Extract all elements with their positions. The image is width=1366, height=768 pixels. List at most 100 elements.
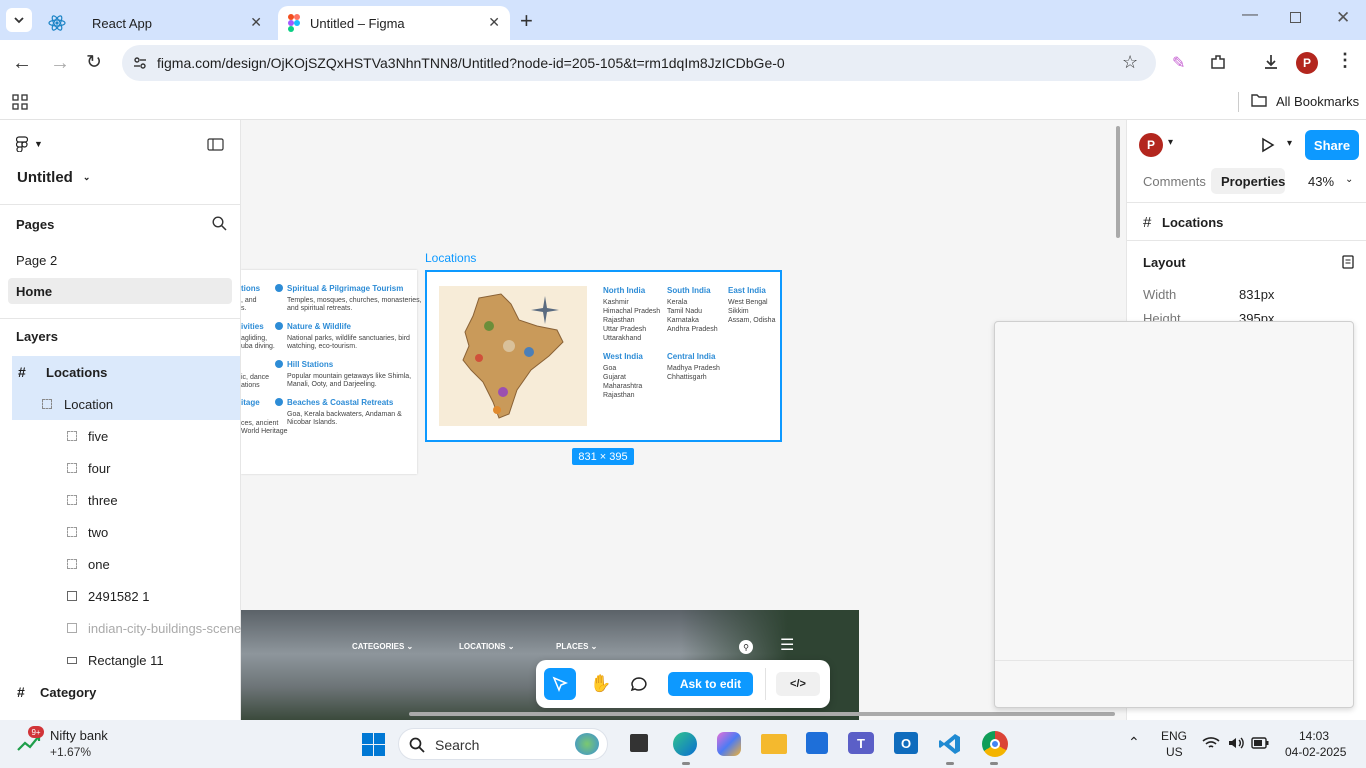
teams-icon[interactable]: T — [848, 732, 874, 754]
volume-icon[interactable] — [1227, 736, 1245, 750]
copilot-icon[interactable] — [717, 732, 741, 756]
extensions-icon[interactable] — [1209, 53, 1227, 71]
ask-to-edit-button[interactable]: Ask to edit — [668, 672, 753, 696]
maximize-icon[interactable] — [1290, 12, 1301, 23]
windows-start-icon[interactable] — [362, 733, 385, 756]
taskbar-search-box[interactable]: Search — [398, 728, 608, 760]
chevron-down-icon[interactable]: ▾ — [1287, 138, 1292, 149]
floating-popup-panel[interactable] — [994, 321, 1354, 708]
locations-frame[interactable]: North India Kashmir Himachal Pradesh Raj… — [425, 270, 782, 442]
clock-date[interactable]: 04-02-2025 — [1285, 745, 1346, 759]
move-tool-button[interactable] — [544, 668, 576, 700]
download-icon[interactable] — [1262, 53, 1280, 71]
url-text[interactable]: figma.com/design/OjKOjSZQxHSTVa3NhnTNN8/… — [157, 55, 785, 71]
reload-icon[interactable]: ↻ — [86, 51, 102, 74]
back-icon[interactable]: ← — [12, 52, 32, 75]
nav-places[interactable]: PLACES ⌄ — [556, 642, 597, 651]
forward-icon[interactable]: → — [50, 52, 70, 75]
layer-item[interactable]: three — [0, 484, 241, 516]
close-icon[interactable]: ✕ — [488, 14, 500, 31]
file-explorer-icon[interactable] — [761, 734, 787, 754]
stock-widget[interactable]: 9+ — [16, 726, 44, 754]
task-view-icon[interactable] — [630, 734, 648, 752]
store-icon[interactable] — [806, 732, 828, 754]
outlook-icon[interactable]: O — [894, 732, 918, 754]
stock-name[interactable]: Nifty bank — [50, 728, 108, 743]
apps-grid-icon[interactable] — [12, 94, 28, 110]
vscode-icon[interactable] — [938, 732, 962, 756]
hamburger-menu-icon[interactable]: ☰ — [780, 638, 794, 654]
battery-icon[interactable] — [1251, 737, 1269, 749]
comment-icon[interactable] — [630, 676, 648, 692]
zoom-level[interactable]: 43% — [1308, 174, 1334, 189]
chevron-down-icon[interactable]: ⌄ — [1345, 174, 1353, 185]
layer-item[interactable]: # Category — [0, 676, 241, 708]
new-tab-icon[interactable]: + — [520, 8, 533, 34]
selection-name[interactable]: Locations — [1162, 215, 1223, 230]
left-card[interactable]: tions , and s. ivities agliding, uba div… — [241, 270, 422, 474]
clock-time[interactable]: 14:03 — [1299, 729, 1329, 743]
horizontal-scrollbar[interactable] — [409, 712, 1115, 716]
chevron-down-icon: ▼ — [34, 139, 43, 149]
layer-item[interactable]: Rectangle 11 — [0, 644, 241, 676]
layout-heading: Layout — [1143, 255, 1186, 270]
layer-item[interactable]: # Locations — [12, 356, 240, 388]
minimize-icon[interactable]: — — [1242, 6, 1258, 24]
layer-item[interactable]: indian-city-buildings-scene 1 — [0, 612, 241, 644]
nav-locations[interactable]: LOCATIONS ⌄ — [459, 642, 514, 651]
card-text: uba diving. — [241, 343, 275, 350]
region-state: Kerala — [667, 299, 688, 306]
layer-item[interactable]: four — [0, 452, 241, 484]
bookmark-star-icon[interactable]: ☆ — [1122, 52, 1138, 73]
region-south: South India Kerala Tamil Nadu Karnataka … — [667, 286, 718, 334]
hand-tool-icon[interactable]: ✋ — [586, 668, 616, 700]
dev-mode-toggle[interactable]: </> — [776, 672, 820, 696]
wifi-icon[interactable] — [1202, 736, 1220, 750]
search-icon[interactable] — [212, 216, 227, 231]
tab-properties[interactable]: Properties — [1221, 174, 1285, 189]
layer-item[interactable]: five — [0, 420, 241, 452]
clipboard-icon[interactable] — [1342, 254, 1354, 269]
chevron-up-icon[interactable]: ⌃ — [1128, 734, 1140, 751]
layer-item[interactable]: two — [0, 516, 241, 548]
menu-kebab-icon[interactable]: ⋮ — [1336, 50, 1354, 71]
search-icon[interactable]: ⚲ — [739, 640, 753, 654]
cursor-icon — [552, 676, 568, 692]
folder-icon[interactable] — [1251, 93, 1267, 107]
site-info-icon[interactable] — [132, 55, 148, 71]
card-item-text: watching, eco-tourism. — [287, 343, 358, 350]
all-bookmarks-link[interactable]: All Bookmarks — [1276, 94, 1359, 109]
chevron-down-icon[interactable]: ▾ — [1168, 137, 1173, 148]
tab-figma[interactable]: Untitled – Figma ✕ — [278, 6, 510, 40]
layer-item[interactable]: 2491582 1 — [0, 580, 241, 612]
window-close-icon[interactable]: ✕ — [1336, 8, 1350, 28]
figma-main-menu[interactable]: ▼ — [16, 136, 43, 152]
chrome-icon[interactable] — [982, 731, 1008, 757]
close-icon[interactable]: ✕ — [250, 14, 262, 31]
share-button[interactable]: Share — [1305, 130, 1359, 160]
address-bar[interactable]: figma.com/design/OjKOjSZQxHSTVa3NhnTNN8/… — [122, 45, 1156, 81]
user-avatar[interactable]: P — [1139, 133, 1163, 157]
layer-item[interactable]: Location — [12, 388, 240, 420]
language-region[interactable]: US — [1166, 745, 1183, 759]
tab-search-button[interactable] — [6, 8, 32, 32]
pen-extension-icon[interactable]: ✎ — [1172, 53, 1185, 73]
width-value[interactable]: 831px — [1239, 287, 1274, 302]
tab-react-app[interactable]: React App ✕ — [40, 6, 272, 40]
page-item-active[interactable]: Home — [8, 278, 232, 304]
sidebar-toggle-icon[interactable] — [207, 138, 224, 151]
vertical-scrollbar[interactable] — [1116, 126, 1120, 238]
file-name-menu[interactable]: Untitled ⌄ — [17, 169, 90, 186]
layer-item[interactable]: one — [0, 548, 241, 580]
present-play-icon[interactable] — [1261, 137, 1275, 153]
language-code[interactable]: ENG — [1161, 729, 1187, 743]
nav-categories[interactable]: CATEGORIES ⌄ — [352, 642, 413, 651]
region-state: Kashmir — [603, 299, 629, 306]
region-state: Andhra Pradesh — [667, 326, 718, 333]
profile-avatar[interactable]: P — [1296, 52, 1318, 74]
tab-comments[interactable]: Comments — [1143, 174, 1206, 189]
edge-icon[interactable] — [673, 732, 697, 756]
nav-label: LOCATIONS — [459, 642, 506, 651]
frame-label[interactable]: Locations — [425, 251, 476, 265]
page-item[interactable]: Page 2 — [0, 244, 241, 276]
